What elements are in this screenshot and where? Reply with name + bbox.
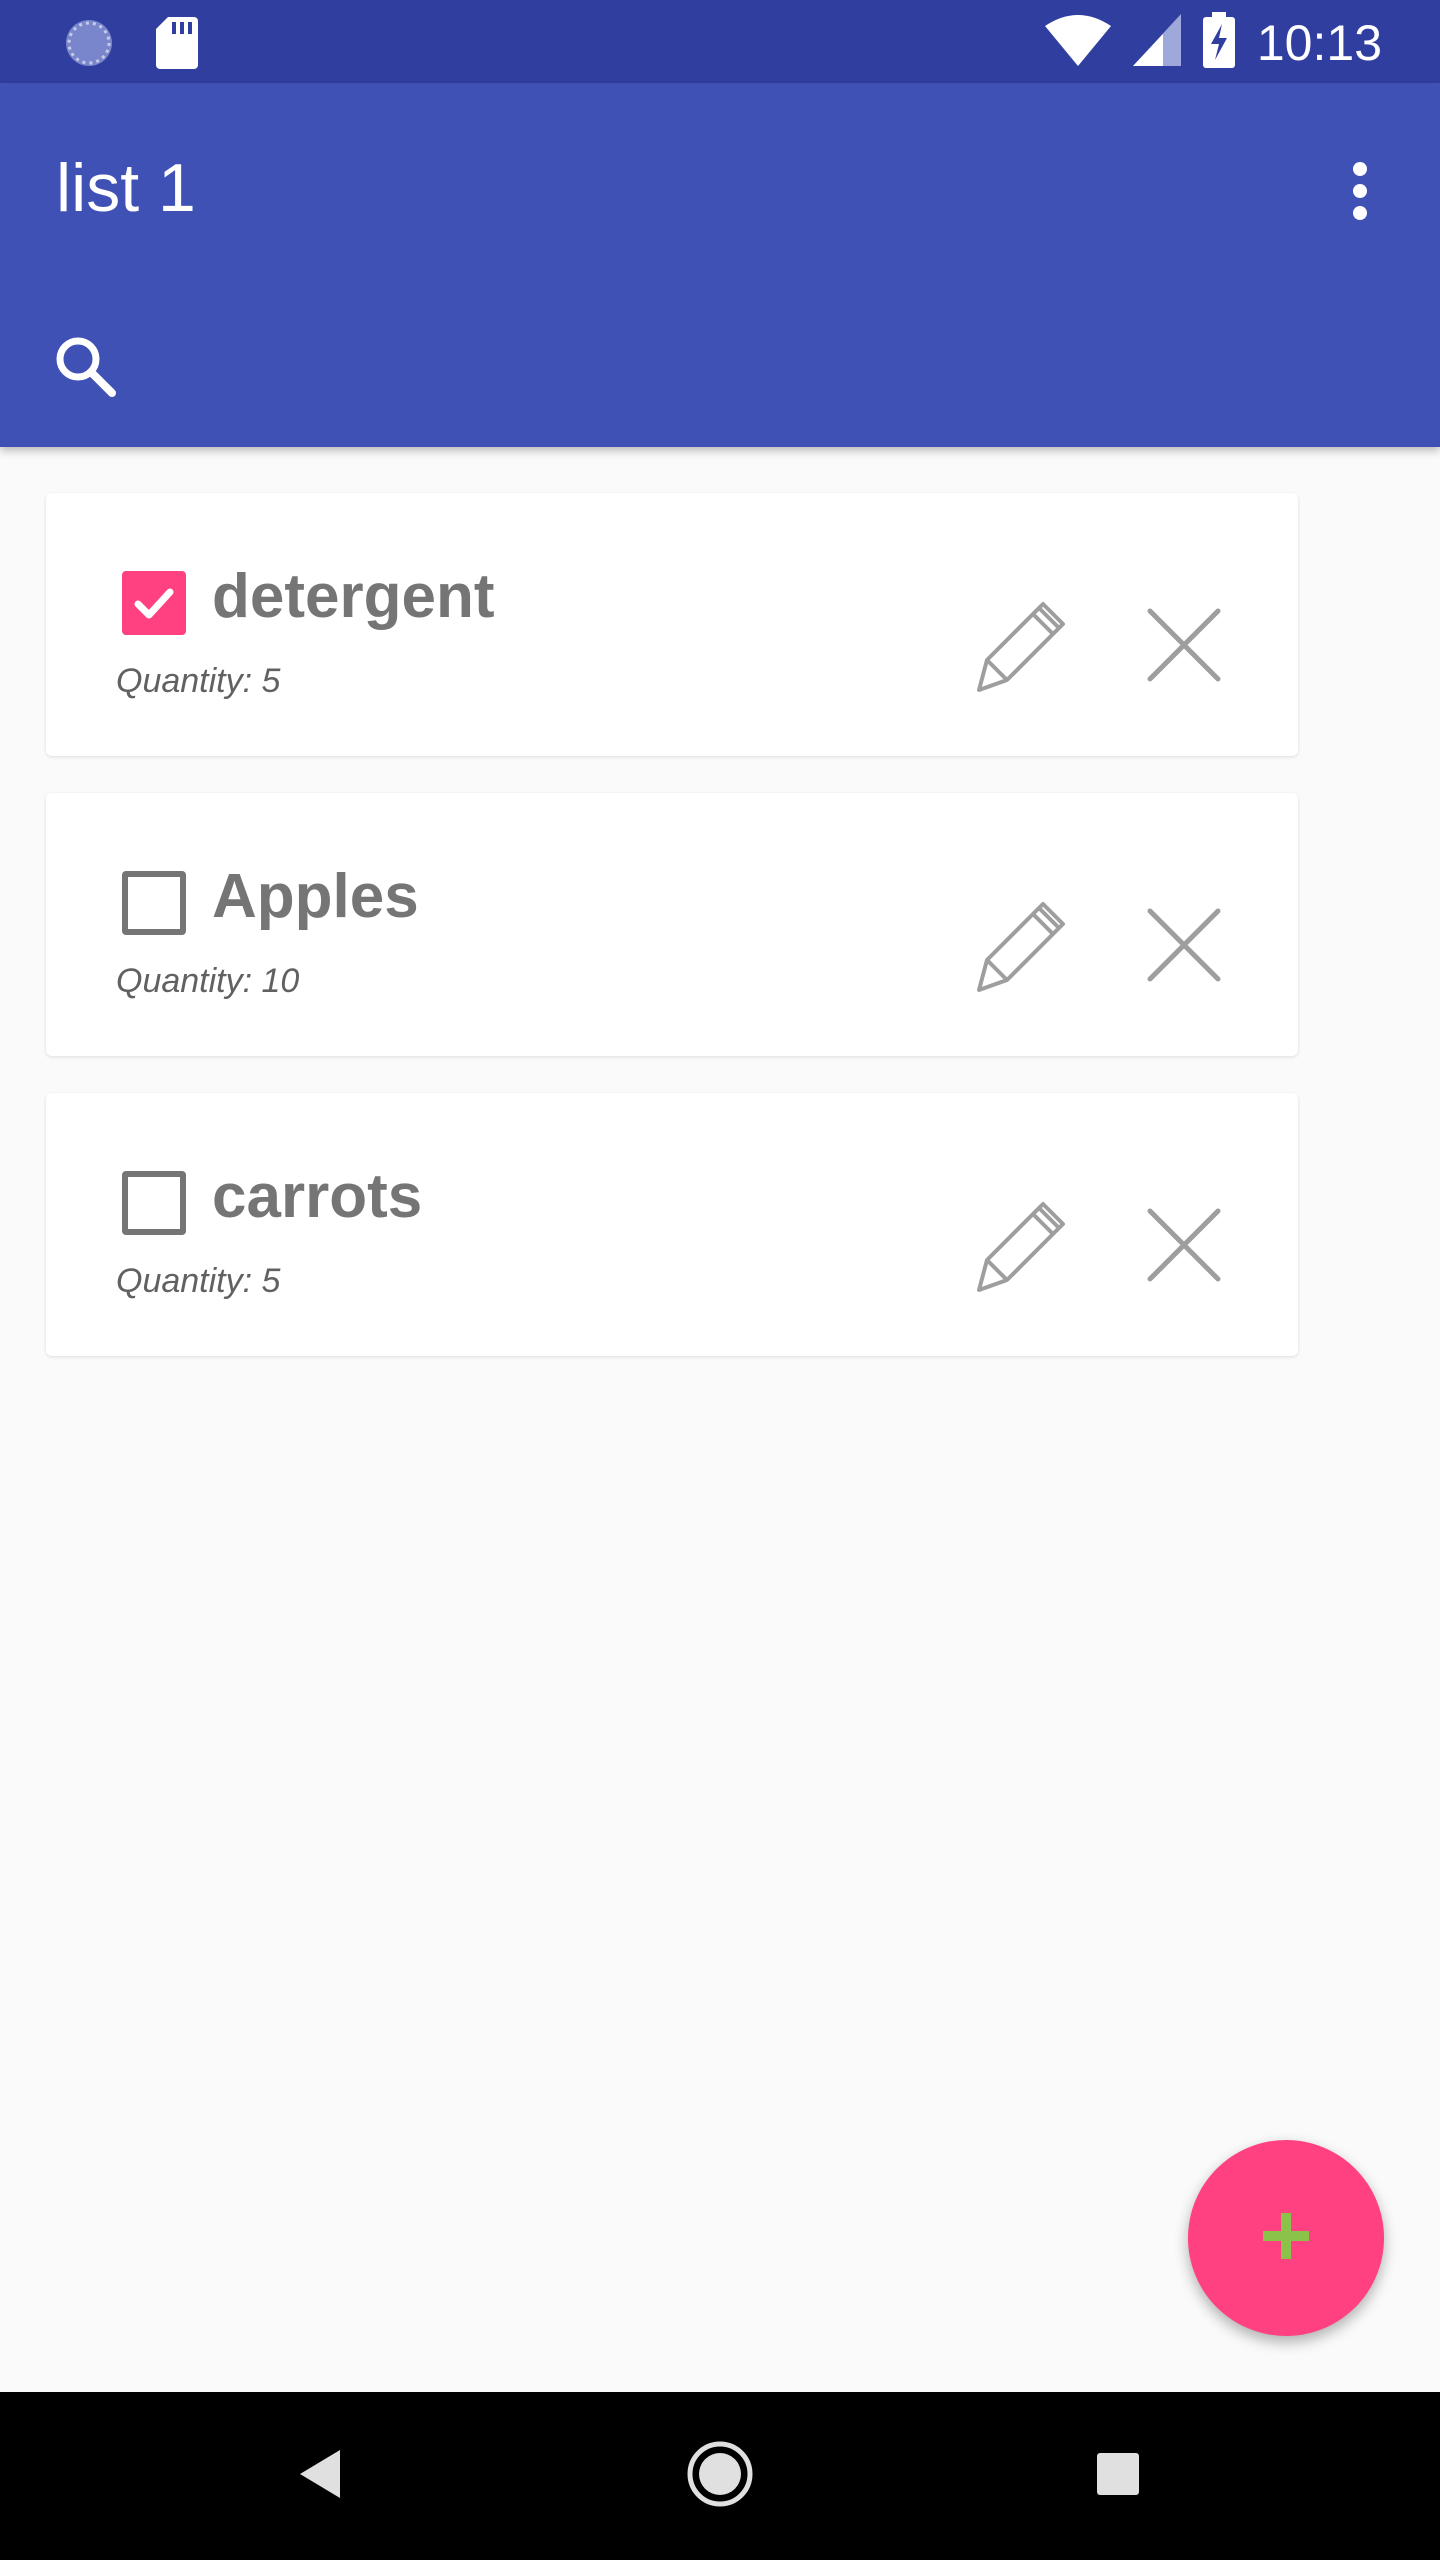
list-item: Apples Quantity: 10 (46, 793, 1298, 1056)
clock: 10:13 (1256, 14, 1382, 71)
back-button[interactable] (270, 2426, 370, 2526)
app-bar: list 1 (0, 83, 1440, 447)
battery-charging-icon (1202, 12, 1235, 73)
item-checkbox[interactable] (122, 1171, 186, 1235)
edit-item-button[interactable] (966, 593, 1076, 703)
add-item-fab[interactable] (1188, 2140, 1384, 2336)
edit-item-button[interactable] (966, 893, 1076, 1003)
wifi-icon (1044, 14, 1111, 71)
close-icon (1146, 907, 1222, 988)
delete-item-button[interactable] (1134, 1197, 1234, 1297)
recents-button[interactable] (1068, 2426, 1168, 2526)
overflow-menu-icon (1350, 161, 1370, 226)
item-quantity: Quantity: 5 (116, 1262, 281, 1300)
sync-icon (62, 16, 116, 75)
edit-item-button[interactable] (966, 1193, 1076, 1303)
navigation-bar (0, 2392, 1440, 2560)
status-bar-right: 10:13 (1044, 12, 1382, 73)
recents-icon (1095, 2451, 1141, 2502)
item-checkbox[interactable] (122, 871, 186, 935)
home-icon (685, 2439, 755, 2514)
close-icon (1146, 1207, 1222, 1288)
item-name: carrots (212, 1162, 423, 1231)
close-icon (1146, 607, 1222, 688)
item-quantity: Quantity: 10 (116, 962, 300, 1000)
shopping-list: detergent Quantity: 5 Apples Quantity: 1… (46, 493, 1298, 1393)
check-icon (134, 588, 174, 619)
item-name: detergent (212, 562, 495, 631)
sd-card-icon (156, 17, 198, 74)
search-icon (52, 333, 118, 404)
item-name: Apples (212, 862, 419, 931)
home-button[interactable] (670, 2426, 770, 2526)
signal-icon (1132, 14, 1181, 71)
pencil-icon (973, 898, 1069, 999)
delete-item-button[interactable] (1134, 897, 1234, 997)
item-checkbox[interactable] (122, 571, 186, 635)
pencil-icon (973, 598, 1069, 699)
status-bar: 10:13 (0, 0, 1440, 83)
list-item: detergent Quantity: 5 (46, 493, 1298, 756)
search-button[interactable] (40, 323, 130, 413)
back-icon (298, 2448, 342, 2505)
item-quantity: Quantity: 5 (116, 662, 281, 700)
delete-item-button[interactable] (1134, 597, 1234, 697)
pencil-icon (973, 1198, 1069, 1299)
overflow-menu-button[interactable] (1320, 143, 1400, 243)
status-bar-left (62, 16, 198, 75)
list-item: carrots Quantity: 5 (46, 1093, 1298, 1356)
page-title: list 1 (56, 150, 196, 226)
plus-icon (1261, 2211, 1311, 2266)
